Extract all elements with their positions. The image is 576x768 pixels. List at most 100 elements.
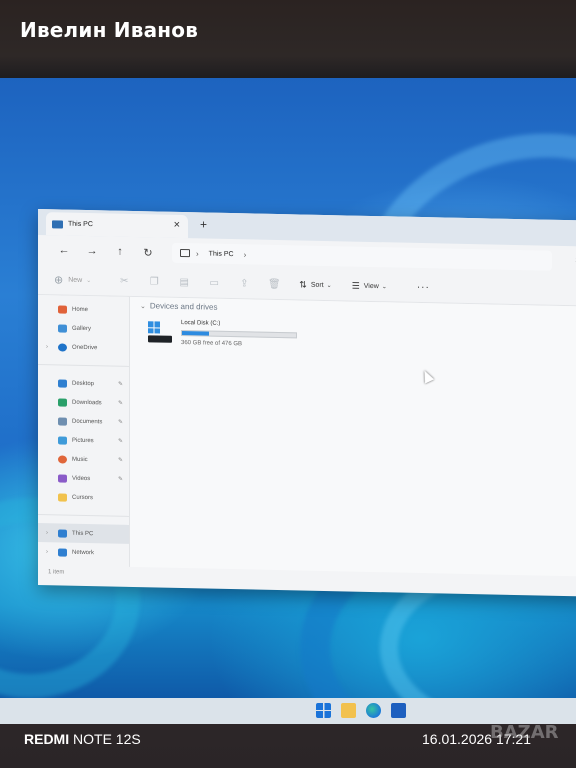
site-watermark-logo: BAZAR xyxy=(490,722,559,743)
pin-icon: ✎ xyxy=(117,438,123,445)
sidebar-item-cursors[interactable]: Cursors xyxy=(38,487,129,508)
sidebar-item-downloads[interactable]: Downloads ✎ xyxy=(38,392,129,413)
section-title: Devices and drives xyxy=(149,301,218,312)
address-input[interactable]: › This PC › xyxy=(172,242,552,271)
sidebar-item-label: Music xyxy=(72,456,88,463)
drive-free-space: 360 GB free of 476 GB xyxy=(181,339,243,348)
sidebar-item-gallery[interactable]: Gallery xyxy=(38,318,129,339)
rename-icon[interactable]: ▭ xyxy=(199,277,229,289)
up-button[interactable]: ↑ xyxy=(106,245,134,258)
sort-label: Sort xyxy=(310,281,324,289)
chevron-down-icon[interactable]: ⌄ xyxy=(140,302,146,310)
sidebar-item-this-pc[interactable]: › This PC xyxy=(38,523,129,544)
documents-icon xyxy=(58,416,67,426)
section-header-devices[interactable]: ⌄ Devices and drives xyxy=(140,301,218,312)
download-icon xyxy=(58,397,67,407)
sidebar-item-label: Cursors xyxy=(72,494,94,501)
status-bar: 1 item xyxy=(48,569,65,576)
sidebar-item-label: Documents xyxy=(72,418,103,425)
more-options-button[interactable]: ··· xyxy=(417,282,430,293)
tab-this-pc[interactable]: This PC × xyxy=(46,212,188,239)
forward-button[interactable]: → xyxy=(78,245,106,258)
file-explorer-taskbar-icon[interactable] xyxy=(341,703,356,718)
delete-icon[interactable]: 🗑 xyxy=(259,279,289,291)
view-label: View xyxy=(363,282,379,291)
network-icon xyxy=(58,547,67,557)
drive-usage-fill xyxy=(182,331,210,336)
sort-icon: ⇅ xyxy=(299,279,307,290)
monitor-icon xyxy=(180,248,190,258)
home-icon xyxy=(58,304,67,314)
pin-icon: ✎ xyxy=(117,476,123,483)
chevron-right-icon: › xyxy=(196,248,199,258)
pin-icon: ✎ xyxy=(117,381,123,388)
drive-name: Local Disk (C:) xyxy=(181,319,221,327)
back-button[interactable]: ← xyxy=(50,244,78,257)
chevron-right-icon[interactable]: › xyxy=(46,530,48,536)
sidebar-item-desktop[interactable]: Desktop ✎ xyxy=(38,373,129,394)
drive-tile-c[interactable]: Local Disk (C:) 360 GB free of 476 GB xyxy=(148,319,308,358)
drive-usage-bar xyxy=(181,329,297,339)
new-button-label: New xyxy=(68,276,83,284)
folder-icon xyxy=(58,492,67,502)
sidebar-item-home[interactable]: Home xyxy=(38,299,129,320)
sidebar-item-videos[interactable]: Videos ✎ xyxy=(38,468,129,489)
sort-button[interactable]: ⇅ Sort ⌄ xyxy=(299,279,331,291)
edge-taskbar-icon[interactable] xyxy=(366,703,381,718)
sidebar-divider xyxy=(38,514,129,517)
pin-icon: ✎ xyxy=(117,400,123,407)
chevron-down-icon: ⌄ xyxy=(326,283,332,290)
start-button[interactable] xyxy=(316,703,331,718)
cut-icon[interactable]: ✂ xyxy=(109,275,139,287)
sidebar-item-label: Desktop xyxy=(72,380,95,387)
device-brand: REDMI xyxy=(24,731,70,747)
sidebar-item-music[interactable]: Music ✎ xyxy=(38,449,129,470)
this-pc-icon xyxy=(52,219,63,229)
plus-icon: ⊕ xyxy=(54,274,64,287)
videos-icon xyxy=(58,473,67,483)
sidebar-item-label: Downloads xyxy=(72,399,102,406)
close-tab-icon[interactable]: × xyxy=(174,219,180,231)
refresh-button[interactable]: ↻ xyxy=(134,246,162,260)
explorer-body: Home Gallery › OneDrive Desktop ✎ Downlo… xyxy=(38,295,576,577)
cloud-icon xyxy=(58,342,67,352)
chevron-right-icon[interactable]: › xyxy=(46,344,48,350)
device-watermark: REDMI NOTE 12S xyxy=(24,731,141,747)
navigation-pane: Home Gallery › OneDrive Desktop ✎ Downlo… xyxy=(38,295,130,567)
sidebar-item-label: OneDrive xyxy=(72,344,98,351)
view-button[interactable]: ☰ View ⌄ xyxy=(352,281,387,293)
sidebar-item-label: Pictures xyxy=(72,437,94,444)
sidebar-item-label: Network xyxy=(72,549,95,556)
file-explorer-window: This PC × + ← → ↑ ↻ › This PC › S ⊕ New … xyxy=(38,209,576,597)
new-tab-button[interactable]: + xyxy=(200,217,207,231)
drive-icon xyxy=(148,321,172,345)
sidebar-item-onedrive[interactable]: › OneDrive xyxy=(38,337,129,358)
pin-icon: ✎ xyxy=(117,457,123,464)
sidebar-item-label: Videos xyxy=(72,475,91,482)
this-pc-icon xyxy=(58,528,67,538)
photo-caption: Ивелин Иванов xyxy=(20,18,199,42)
windows-logo-icon xyxy=(148,321,160,334)
chevron-right-icon[interactable]: › xyxy=(46,549,48,555)
pictures-icon xyxy=(58,435,67,445)
sidebar-item-pictures[interactable]: Pictures ✎ xyxy=(38,430,129,451)
share-icon[interactable]: ⇪ xyxy=(229,278,259,290)
sidebar-item-documents[interactable]: Documents ✎ xyxy=(38,411,129,432)
sidebar-item-label: Home xyxy=(72,306,89,313)
new-button[interactable]: ⊕ New ⌄ xyxy=(54,273,91,287)
gallery-icon xyxy=(58,323,67,333)
photo-frame-top: Ивелин Иванов xyxy=(0,0,576,80)
copy-icon[interactable]: ❐ xyxy=(139,276,169,288)
sidebar-item-label: Gallery xyxy=(72,325,92,332)
sidebar-divider xyxy=(38,364,129,367)
breadcrumb-this-pc[interactable]: This PC xyxy=(209,250,234,258)
store-taskbar-icon[interactable] xyxy=(391,703,406,718)
sidebar-item-network[interactable]: › Network xyxy=(38,542,129,563)
paste-icon[interactable]: ▤ xyxy=(169,277,199,289)
device-model: NOTE 12S xyxy=(73,731,141,747)
disk-icon xyxy=(148,335,172,343)
chevron-down-icon: ⌄ xyxy=(86,278,92,285)
pin-icon: ✎ xyxy=(117,419,123,426)
content-pane: ⌄ Devices and drives Local Disk (C:) 360… xyxy=(130,296,576,577)
chevron-right-icon[interactable]: › xyxy=(244,250,247,259)
